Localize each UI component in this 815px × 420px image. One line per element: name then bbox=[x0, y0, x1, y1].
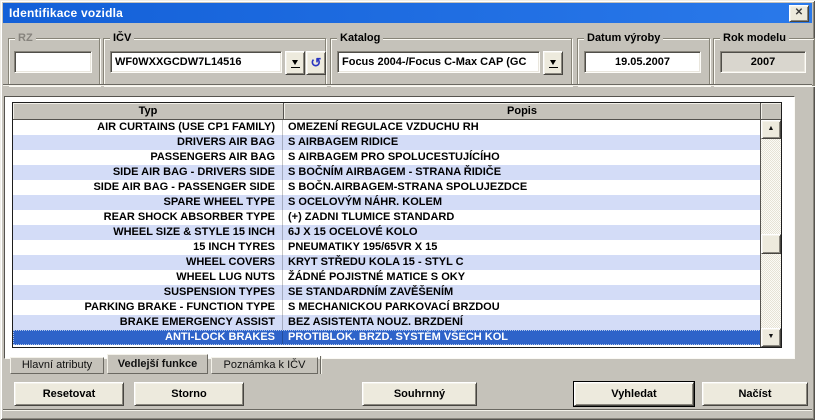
cell-popis: S AIRBAGEM RIDICE bbox=[283, 135, 761, 150]
cell-typ: WHEEL COVERS bbox=[13, 255, 283, 270]
tab-strip-divider bbox=[320, 356, 321, 374]
datum-vyroby-label: Datum výroby bbox=[584, 31, 663, 45]
column-header-spacer bbox=[761, 103, 781, 120]
table-row[interactable]: SPARE WHEEL TYPES OCELOVÝM NÁHR. KOLEM bbox=[13, 195, 761, 210]
cell-popis: ŽÁDNÉ POJISTNÉ MATICE S OKY bbox=[283, 270, 761, 285]
cell-typ: PARKING BRAKE - FUNCTION TYPE bbox=[13, 300, 283, 315]
cell-popis: BEZ ASISTENTA NOUZ. BRZDENÍ bbox=[283, 315, 761, 330]
rok-modelu-label: Rok modelu bbox=[720, 31, 789, 45]
cell-popis: PROTIBLOK. BRZD. SYSTÉM VŠECH KOL bbox=[283, 330, 761, 345]
title-bar[interactable]: Identifikace vozidla ✕ bbox=[3, 3, 812, 23]
table-row[interactable]: SUSPENSION TYPESSE STANDARDNÍM ZAVĚŠENÍM bbox=[13, 285, 761, 300]
top-separator bbox=[3, 84, 812, 86]
table-body: AIR CURTAINS (USE CP1 FAMILY)OMEZENÍ REG… bbox=[13, 120, 761, 347]
nacist-button[interactable]: Načíst bbox=[702, 382, 808, 406]
scroll-up-icon[interactable]: ▲ bbox=[761, 120, 781, 139]
resetovat-button[interactable]: Resetovat bbox=[14, 382, 124, 406]
table-row[interactable]: DRIVERS AIR BAGS AIRBAGEM RIDICE bbox=[13, 135, 761, 150]
column-header-popis[interactable]: Popis bbox=[284, 103, 761, 120]
icv-input[interactable] bbox=[110, 51, 282, 73]
table-row[interactable]: WHEEL SIZE & STYLE 15 INCH6J X 15 OCELOV… bbox=[13, 225, 761, 240]
table-row[interactable]: BRAKE EMERGENCY ASSISTBEZ ASISTENTA NOUZ… bbox=[13, 315, 761, 330]
table-panel: Typ Popis AIR CURTAINS (USE CP1 FAMILY)O… bbox=[4, 96, 795, 359]
cell-popis: (+) ZADNI TLUMICE STANDARD bbox=[283, 210, 761, 225]
katalog-combobox[interactable]: Focus 2004-/Focus C-Max CAP (GC bbox=[337, 51, 540, 73]
table-row[interactable]: PARKING BRAKE - FUNCTION TYPES MECHANICK… bbox=[13, 300, 761, 315]
table-row[interactable]: PASSENGERS AIR BAGS AIRBAGEM PRO SPOLUCE… bbox=[13, 150, 761, 165]
cell-popis: S MECHANICKOU PARKOVACÍ BRZDOU bbox=[283, 300, 761, 315]
cell-typ: SUSPENSION TYPES bbox=[13, 285, 283, 300]
icv-undo-button[interactable]: ↺ bbox=[306, 51, 326, 75]
katalog-label: Katalog bbox=[337, 31, 383, 45]
cell-typ: SIDE AIR BAG - PASSENGER SIDE bbox=[13, 180, 283, 195]
datum-vyroby-groupbox: Datum výroby 19.05.2007 bbox=[577, 38, 710, 86]
cell-typ: REAR SHOCK ABSORBER TYPE bbox=[13, 210, 283, 225]
cell-popis: S BOČN.AIRBAGEM-STRANA SPOLUJEZDCE bbox=[283, 180, 761, 195]
table-row[interactable]: 15 INCH TYRESPNEUMATIKY 195/65VR X 15 bbox=[13, 240, 761, 255]
cell-typ: BRAKE EMERGENCY ASSIST bbox=[13, 315, 283, 330]
katalog-dropdown-button[interactable] bbox=[543, 51, 563, 75]
cell-typ: WHEEL SIZE & STYLE 15 INCH bbox=[13, 225, 283, 240]
icv-dropdown-button[interactable] bbox=[285, 51, 305, 75]
rz-input[interactable] bbox=[14, 51, 92, 73]
drop-down-icon bbox=[549, 59, 558, 68]
table-row[interactable]: SIDE AIR BAG - DRIVERS SIDES BOČNÍM AIRB… bbox=[13, 165, 761, 180]
undo-icon: ↺ bbox=[311, 56, 322, 69]
scrollbar-thumb[interactable] bbox=[761, 234, 781, 254]
cell-typ: PASSENGERS AIR BAG bbox=[13, 150, 283, 165]
table-row[interactable]: ANTI-LOCK BRAKESPROTIBLOK. BRZD. SYSTÉM … bbox=[13, 330, 761, 345]
cell-popis: OMEZENÍ REGULACE VZDUCHU RH bbox=[283, 120, 761, 135]
vertical-scrollbar[interactable]: ▲ ▼ bbox=[760, 120, 781, 347]
rz-groupbox: RZ bbox=[8, 38, 100, 86]
cell-popis: KRYT STŘEDU KOLA 15 - STYL C bbox=[283, 255, 761, 270]
cell-popis: S BOČNÍM AIRBAGEM - STRANA ŘIDIČE bbox=[283, 165, 761, 180]
cell-popis: SE STANDARDNÍM ZAVĚŠENÍM bbox=[283, 285, 761, 300]
cell-typ: 15 INCH TYRES bbox=[13, 240, 283, 255]
table-row[interactable]: SIDE AIR BAG - PASSENGER SIDES BOČN.AIRB… bbox=[13, 180, 761, 195]
table-row[interactable]: REAR SHOCK ABSORBER TYPE(+) ZADNI TLUMIC… bbox=[13, 210, 761, 225]
cell-popis: S AIRBAGEM PRO SPOLUCESTUJÍCÍHO bbox=[283, 150, 761, 165]
rok-modelu-value: 2007 bbox=[720, 51, 806, 73]
tab-vedlejsi-funkce[interactable]: Vedlejší funkce bbox=[107, 354, 208, 374]
tab-hlavni-atributy[interactable]: Hlavní atributy bbox=[10, 357, 104, 374]
drop-down-icon bbox=[291, 59, 300, 68]
table-row[interactable]: WHEEL LUG NUTSŽÁDNÉ POJISTNÉ MATICE S OK… bbox=[13, 270, 761, 285]
storno-button[interactable]: Storno bbox=[134, 382, 244, 406]
attributes-grid: Typ Popis AIR CURTAINS (USE CP1 FAMILY)O… bbox=[12, 102, 782, 348]
cell-typ: SPARE WHEEL TYPE bbox=[13, 195, 283, 210]
cell-typ: AIR CURTAINS (USE CP1 FAMILY) bbox=[13, 120, 283, 135]
cell-typ: ANTI-LOCK BRAKES bbox=[13, 330, 283, 345]
rz-label: RZ bbox=[15, 31, 36, 45]
tab-poznamka-k-icv[interactable]: Poznámka k IČV bbox=[211, 357, 318, 374]
vyhledat-button[interactable]: Vyhledat bbox=[574, 382, 694, 406]
close-icon[interactable]: ✕ bbox=[789, 5, 809, 22]
cell-popis: 6J X 15 OCELOVÉ KOLO bbox=[283, 225, 761, 240]
table-row[interactable]: AIR CURTAINS (USE CP1 FAMILY)OMEZENÍ REG… bbox=[13, 120, 761, 135]
cell-popis: S OCELOVÝM NÁHR. KOLEM bbox=[283, 195, 761, 210]
bottom-separator bbox=[3, 409, 812, 411]
cell-typ: DRIVERS AIR BAG bbox=[13, 135, 283, 150]
scroll-down-icon[interactable]: ▼ bbox=[761, 328, 781, 347]
table-header: Typ Popis bbox=[13, 103, 781, 120]
souhrnny-button[interactable]: Souhrnný bbox=[362, 382, 477, 406]
datum-vyroby-value[interactable]: 19.05.2007 bbox=[584, 51, 701, 73]
dialog-title: Identifikace vozidla bbox=[3, 6, 123, 20]
cell-typ: SIDE AIR BAG - DRIVERS SIDE bbox=[13, 165, 283, 180]
icv-groupbox: IČV ↺ bbox=[103, 38, 326, 86]
table-row[interactable]: WHEEL COVERSKRYT STŘEDU KOLA 15 - STYL C bbox=[13, 255, 761, 270]
cell-typ: WHEEL LUG NUTS bbox=[13, 270, 283, 285]
column-header-typ[interactable]: Typ bbox=[13, 103, 284, 120]
katalog-groupbox: Katalog Focus 2004-/Focus C-Max CAP (GC bbox=[330, 38, 572, 86]
icv-label: IČV bbox=[110, 31, 134, 45]
rok-modelu-groupbox: Rok modelu 2007 bbox=[713, 38, 815, 86]
vehicle-identification-dialog: Identifikace vozidla ✕ RZ IČV ↺ Katalog … bbox=[0, 0, 815, 420]
cell-popis: PNEUMATIKY 195/65VR X 15 bbox=[283, 240, 761, 255]
